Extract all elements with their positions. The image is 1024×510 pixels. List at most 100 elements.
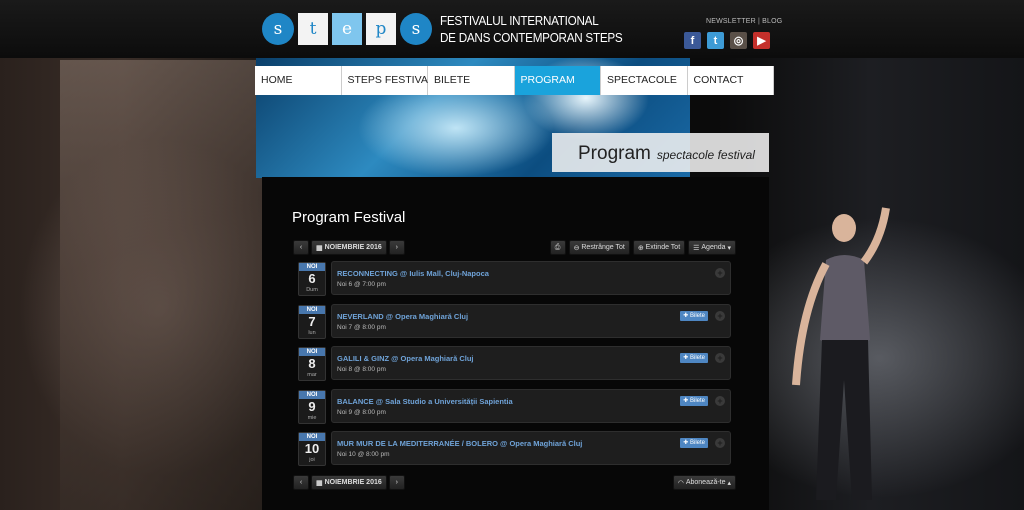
nav-steps-festival[interactable]: STEPS FESTIVAL [341, 66, 434, 95]
subscribe-tools: ◠ Abonează-te ▴ [672, 475, 736, 490]
event-item[interactable]: NOI 10 joi MUR MUR DE LA MEDITERRANÉE / BOL… [293, 430, 736, 468]
logo-line1: FESTIVALUL INTERNATIONAL [440, 13, 599, 28]
event-time: Noi 6 @ 7:00 pm [337, 281, 386, 288]
calendar-icon: ▦ [316, 479, 325, 487]
event-weekday: lun [308, 329, 316, 336]
expand-event-icon[interactable]: + [715, 395, 725, 406]
month-picker[interactable]: ▦ NOIEMBRIE 2016 [311, 240, 387, 255]
event-time: Noi 7 @ 8:00 pm [337, 323, 386, 331]
logo-line2: DE DANS CONTEMPORAN STEPS [440, 30, 623, 45]
event-month: NOI [299, 433, 325, 441]
event-card: NEVERLAND @ Opera Maghiară Cluj Noi 7 @ 8… [331, 303, 731, 338]
month-label: NOIEMBRIE 2016 [324, 244, 382, 251]
event-weekday: joi [309, 457, 315, 463]
event-date: NOI 7 lun [298, 304, 326, 339]
nav-bilete[interactable]: BILETE [428, 66, 515, 95]
tickets-button[interactable]: ✚ Bilete [680, 438, 708, 448]
next-month-button[interactable]: › [388, 475, 405, 490]
calendar-tools: ⎙ ⊖ Restrânge Tot ⊕ Extinde Tot ☰ Agenda… [549, 240, 736, 255]
event-card: RECONNECTING @ Iulis Mall, Cluj-Napoca No… [331, 261, 731, 295]
instagram-icon[interactable]: ◎ [730, 32, 747, 49]
next-month-button[interactable]: › [388, 240, 405, 255]
expand-event-icon[interactable]: + [715, 438, 725, 448]
event-list: NOI 6 Dum RECONNECTING @ Iulis Mall, Cluj-N… [293, 260, 736, 473]
event-day: 8 [308, 356, 316, 371]
blog-link[interactable]: BLOG [762, 18, 782, 25]
tickets-button[interactable]: ✚ Bilete [680, 395, 708, 406]
chevron-down-icon: ▾ [725, 244, 731, 252]
facebook-icon[interactable]: f [684, 32, 701, 49]
event-month: NOI [299, 390, 325, 399]
event-day: 9 [308, 398, 316, 414]
event-time: Noi 10 @ 8:00 pm [337, 451, 390, 458]
event-date: NOI 6 Dum [298, 262, 326, 296]
event-date: NOI 8 mar [298, 347, 326, 381]
caption-title: Program [578, 143, 651, 164]
logo-letter: t [298, 13, 328, 45]
subscribe-label: Abonează-te [685, 479, 726, 486]
subscribe-button[interactable]: ◠ Abonează-te ▴ [672, 475, 736, 490]
event-item[interactable]: NOI 8 mar GALILI & GINZ @ Opera Maghiară Cl… [293, 345, 736, 383]
nav-program[interactable]: PROGRAM [514, 66, 601, 95]
event-item[interactable]: NOI 6 Dum RECONNECTING @ Iulis Mall, Cluj-N… [293, 260, 736, 298]
event-item[interactable]: NOI 9 mie BALANCE @ Sala Studio a Universit… [293, 388, 736, 426]
event-date: NOI 10 joi [298, 432, 326, 466]
event-card: GALILI & GINZ @ Opera Maghiară Cluj Noi 8… [331, 346, 731, 380]
event-title-link[interactable]: NEVERLAND @ Opera Maghiară Cluj [337, 312, 468, 321]
caption-subtitle: spectacole festival [656, 148, 755, 162]
logo-letter: p [366, 13, 396, 45]
logo-text: FESTIVALUL INTERNATIONAL DE DANS CONTEMP… [440, 12, 623, 46]
logo-letter: s [262, 13, 294, 45]
ticket-label: Bilete [689, 440, 705, 446]
prev-month-button[interactable]: ‹ [293, 240, 309, 255]
event-time: Noi 8 @ 8:00 pm [337, 366, 386, 373]
event-day: 6 [308, 271, 316, 286]
calendar-toolbar: ‹ ▦ NOIEMBRIE 2016 › ⎙ ⊖ Restrânge Tot ⊕… [293, 240, 736, 256]
twitter-icon[interactable]: t [707, 32, 724, 49]
month-picker[interactable]: ▦ NOIEMBRIE 2016 [311, 475, 387, 490]
tickets-button[interactable]: ✚ Bilete [680, 310, 708, 321]
event-month: NOI [299, 305, 325, 314]
event-card: BALANCE @ Sala Studio a Universității Sa… [331, 388, 731, 423]
view-label: Agenda [701, 244, 726, 251]
event-title-link[interactable]: MUR MUR DE LA MEDITERRANÉE / BOLERO @ Op… [337, 439, 582, 448]
view-selector[interactable]: ☰ Agenda ▾ [688, 240, 736, 255]
expand-all-button[interactable]: ⊕ Extinde Tot [632, 240, 686, 255]
collapse-all-button[interactable]: ⊖ Restrânge Tot [568, 240, 630, 255]
nav-spectacole[interactable]: SPECTACOLE [601, 66, 688, 95]
month-nav: ‹ ▦ NOIEMBRIE 2016 › [293, 240, 405, 255]
month-nav-bottom: ‹ ▦ NOIEMBRIE 2016 › [293, 475, 405, 490]
ticket-icon: ✚ [683, 397, 690, 404]
expand-event-icon[interactable]: + [715, 353, 725, 363]
social-links: f t ◎ ▶ [684, 32, 770, 49]
festival-logo[interactable]: s t e p s FESTIVALUL INTERNATIONAL DE DA… [262, 11, 643, 47]
event-title-link[interactable]: RECONNECTING @ Iulis Mall, Cluj-Napoca [337, 269, 489, 278]
event-title-link[interactable]: BALANCE @ Sala Studio a Universității Sa… [337, 397, 513, 406]
event-title-link[interactable]: GALILI & GINZ @ Opera Maghiară Cluj [337, 354, 474, 363]
ticket-label: Bilete [689, 355, 705, 361]
expand-event-icon[interactable]: + [715, 310, 725, 321]
ticket-icon: ✚ [683, 440, 690, 446]
event-item[interactable]: NOI 7 lun NEVERLAND @ Opera Maghiară Cluj No… [293, 303, 736, 341]
ticket-icon: ✚ [683, 312, 690, 319]
expand-label: Extinde Tot [645, 244, 681, 251]
expand-event-icon[interactable]: + [715, 268, 725, 278]
nav-contact[interactable]: CONTACT [687, 66, 774, 95]
prev-month-button[interactable]: ‹ [293, 475, 309, 490]
calendar-icon: ▦ [316, 244, 325, 252]
page-title: Program Festival [292, 209, 406, 226]
rss-icon: ◠ [677, 479, 686, 487]
logo-mark: s t e p s [262, 13, 436, 45]
youtube-icon[interactable]: ▶ [753, 32, 770, 49]
nav-home[interactable]: HOME [255, 66, 342, 95]
list-icon: ☰ [693, 244, 702, 252]
print-button[interactable]: ⎙ [549, 240, 566, 255]
event-weekday: Dum [306, 287, 318, 293]
month-label: NOIEMBRIE 2016 [324, 479, 382, 486]
event-weekday: mie [307, 414, 317, 421]
newsletter-link[interactable]: NEWSLETTER [706, 18, 756, 25]
event-month: NOI [299, 348, 325, 356]
ticket-label: Bilete [689, 312, 705, 319]
tickets-button[interactable]: ✚ Bilete [680, 353, 708, 363]
plus-icon: ⊕ [637, 244, 646, 252]
